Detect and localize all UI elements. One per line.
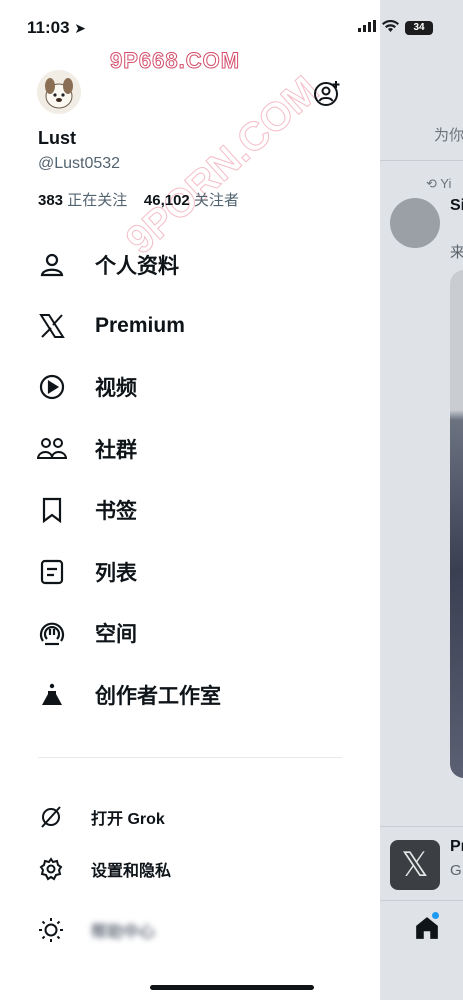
bookmark-icon	[37, 495, 67, 525]
menu-label: Premium	[95, 314, 185, 337]
notification-dot	[432, 912, 439, 919]
menu-item-communities[interactable]: 社群	[37, 427, 347, 471]
person-icon	[37, 250, 67, 280]
home-indicator[interactable]	[150, 985, 314, 990]
feed-divider	[380, 826, 463, 827]
post-author[interactable]: Si	[450, 197, 463, 215]
spaces-icon	[37, 618, 67, 648]
menu-label: 空间	[95, 623, 137, 646]
menu-item-lists[interactable]: 列表	[37, 550, 347, 594]
post-avatar[interactable]	[390, 198, 440, 248]
display-name[interactable]: Lust	[38, 128, 76, 149]
following-count: 383	[38, 192, 64, 209]
followers-count: 46,102	[143, 192, 190, 209]
followers-link[interactable]: 46,102 关注者	[144, 192, 239, 209]
x-logo-icon: 𝕏	[390, 840, 440, 890]
post-text: 来	[450, 244, 463, 261]
battery-icon: 34	[405, 21, 433, 35]
post-media[interactable]	[450, 270, 463, 778]
menu-item-creator-studio[interactable]: 创作者工作室	[37, 673, 347, 717]
followers-label: 关注者	[193, 192, 239, 209]
wifi-icon	[382, 19, 399, 37]
menu-divider	[38, 757, 342, 758]
play-circle-icon	[37, 372, 67, 402]
settings-privacy-item[interactable]: 设置和隐私	[38, 851, 171, 887]
retweet-icon: ⟲	[426, 176, 437, 191]
settings-label: 设置和隐私	[91, 863, 172, 880]
menu-label: 创作者工作室	[95, 685, 221, 708]
menu-label: 视频	[95, 377, 137, 400]
menu-label: 个人资料	[95, 255, 179, 278]
location-arrow-icon: ➤	[74, 20, 87, 36]
retweet-indicator: ⟲ Yi	[426, 176, 451, 192]
menu-label: 列表	[95, 562, 137, 585]
menu-item-videos[interactable]: 视频	[37, 365, 347, 409]
following-link[interactable]: 383 正在关注	[38, 192, 127, 209]
promo-sub: G	[450, 862, 462, 879]
help-label: 帮助中心	[91, 924, 156, 941]
menu-item-premium[interactable]: Premium	[37, 304, 347, 348]
flask-icon	[37, 680, 67, 710]
menu-item-bookmarks[interactable]: 书签	[37, 488, 347, 532]
menu-label: 书签	[95, 500, 137, 523]
home-icon[interactable]	[414, 915, 440, 946]
menu-label: 社群	[95, 439, 137, 462]
gear-icon	[38, 856, 64, 882]
signal-icon	[358, 19, 376, 37]
status-time: 11:03 ➤	[27, 18, 87, 37]
watermark-top: 9P668.COM	[109, 48, 241, 74]
avatar[interactable]	[37, 70, 81, 114]
user-handle: @Lust0532	[38, 155, 121, 172]
watermark-diagonal: 9PORN.COM	[117, 67, 328, 263]
status-indicators: 34	[358, 19, 433, 37]
add-account-icon[interactable]	[313, 79, 341, 112]
follow-stats: 383 正在关注 46,102 关注者	[38, 189, 239, 210]
background-feed: 为你 ⟲ Yi Si 来 𝕏 Pr G	[380, 0, 463, 1000]
communities-icon	[37, 434, 67, 464]
help-center-item[interactable]: 帮助中心	[38, 912, 155, 948]
promo-title: Pr	[450, 838, 463, 855]
grok-icon	[38, 804, 64, 830]
feed-divider	[380, 160, 463, 161]
menu-item-spaces[interactable]: 空间	[37, 611, 347, 655]
x-logo-icon	[37, 311, 67, 341]
grok-label: 打开 Grok	[91, 811, 165, 828]
open-grok-item[interactable]: 打开 Grok	[38, 799, 165, 835]
retweet-user: Yi	[440, 176, 452, 191]
menu-item-profile[interactable]: 个人资料	[37, 243, 347, 287]
list-icon	[37, 557, 67, 587]
feed-tab-for-you[interactable]: 为你	[434, 124, 463, 145]
following-label: 正在关注	[67, 192, 128, 209]
sun-icon	[38, 917, 64, 943]
